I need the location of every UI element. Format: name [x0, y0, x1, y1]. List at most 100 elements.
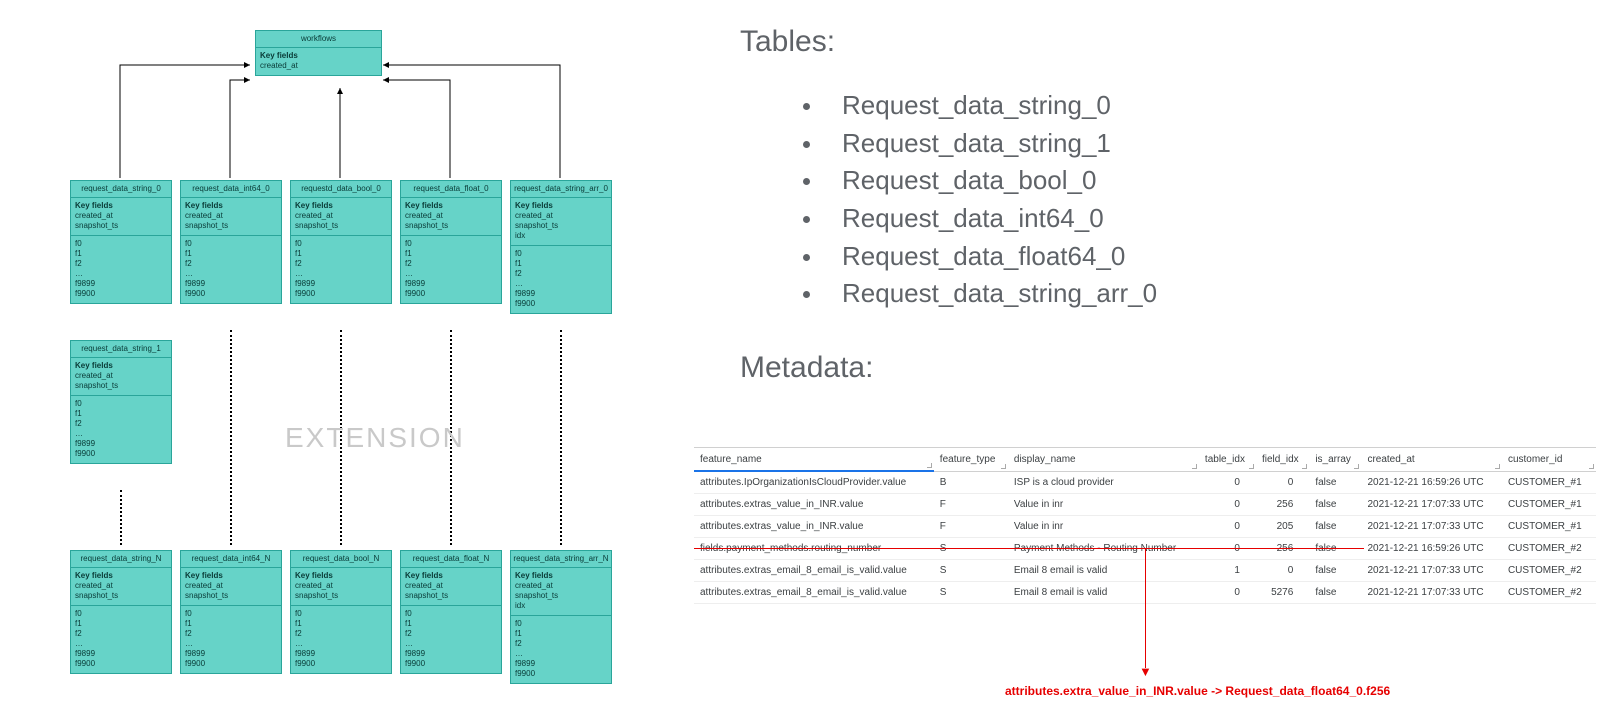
erd-key-label: Key fields — [515, 571, 607, 581]
erd-box-keys: created_at snapshot_ts — [185, 211, 277, 231]
erd-box-fields: f0 f1 f2 … f9899 f9900 — [181, 235, 281, 303]
erd-dotted-connector — [560, 330, 562, 545]
highlight-underline — [694, 548, 1364, 549]
meta-cell: attributes.extras_email_8_email_is_valid… — [694, 582, 934, 604]
erd-box-title: requestd_data_bool_0 — [291, 181, 391, 198]
meta-cell: B — [934, 471, 1008, 494]
meta-col-header: created_at — [1361, 448, 1502, 471]
erd-box-fields: f0 f1 f2 … f9899 f9900 — [291, 235, 391, 303]
erd-box: request_data_string_arr_N Key fieldscreat… — [510, 550, 612, 684]
meta-row: attributes.IpOrganizationIsCloudProvider… — [694, 471, 1596, 494]
meta-cell: 0 — [1199, 494, 1256, 516]
erd-box-title: request_data_int64_N — [181, 551, 281, 568]
erd-box-keys: created_at snapshot_ts idx — [515, 581, 607, 611]
tables-list-item: Request_data_string_0 — [824, 87, 1580, 125]
erd-box: request_data_int64_0 Key fieldscreated_at… — [180, 180, 282, 304]
erd-box: request_data_string_arr_0 Key fieldscreat… — [510, 180, 612, 314]
erd-box-title: request_data_int64_0 — [181, 181, 281, 198]
erd-box: request_data_float_0 Key fieldscreated_at… — [400, 180, 502, 304]
metadata-header: Metadata: — [740, 351, 1580, 385]
erd-box-title: request_data_float_0 — [401, 181, 501, 198]
erd-key-label: Key fields — [75, 201, 167, 211]
meta-col-header: field_idx — [1256, 448, 1309, 471]
erd-key-label: Key fields — [515, 201, 607, 211]
meta-cell: 0 — [1199, 516, 1256, 538]
tables-list: Request_data_string_0Request_data_string… — [740, 87, 1580, 313]
meta-cell: CUSTOMER_#2 — [1502, 582, 1596, 604]
meta-cell: false — [1309, 471, 1361, 494]
meta-row: attributes.extras_value_in_INR.valueFVal… — [694, 516, 1596, 538]
meta-cell: 2021-12-21 16:59:26 UTC — [1361, 471, 1502, 494]
meta-cell: Value in inr — [1008, 494, 1199, 516]
erd-dotted-connector — [230, 330, 232, 545]
meta-cell: 0 — [1199, 471, 1256, 494]
meta-cell: false — [1309, 560, 1361, 582]
erd-canvas: workflows Key fields created_at request_… — [60, 20, 700, 700]
erd-box-keys: created_at snapshot_ts — [75, 371, 167, 391]
meta-cell: attributes.extras_email_8_email_is_valid… — [694, 560, 934, 582]
erd-box-fields: f0 f1 f2 … f9899 f9900 — [401, 235, 501, 303]
meta-cell: 2021-12-21 16:59:26 UTC — [1361, 538, 1502, 560]
erd-box-keys: created_at snapshot_ts — [405, 211, 497, 231]
meta-cell: false — [1309, 582, 1361, 604]
meta-cell: CUSTOMER_#1 — [1502, 516, 1596, 538]
tables-list-item: Request_data_int64_0 — [824, 200, 1580, 238]
erd-key-label: Key fields — [295, 571, 387, 581]
erd-box-fields: f0 f1 f2 … f9899 f9900 — [401, 605, 501, 673]
erd-box: request_data_string_0Key fieldscreated_a… — [70, 180, 172, 304]
meta-cell: 2021-12-21 17:07:33 UTC — [1361, 494, 1502, 516]
erd-box-title: request_data_string_0 — [71, 181, 171, 198]
meta-cell: false — [1309, 516, 1361, 538]
erd-box: request_data_float_NKey fieldscreated_at… — [400, 550, 502, 674]
erd-box-title: request_data_string_1 — [71, 341, 171, 358]
erd-box-keys: created_at snapshot_ts idx — [515, 211, 607, 241]
meta-cell: 2021-12-21 17:07:33 UTC — [1361, 516, 1502, 538]
erd-box: request_data_string_NKey fieldscreated_a… — [70, 550, 172, 674]
erd-box-fields: f0 f1 f2 … f9899 f9900 — [291, 605, 391, 673]
rhs-panel: Tables: Request_data_string_0Request_dat… — [740, 25, 1580, 397]
meta-cell: 5276 — [1256, 582, 1309, 604]
erd-box-fields: f0 f1 f2 … f9899 f9900 — [71, 605, 171, 673]
erd-key-label: Key fields — [185, 201, 277, 211]
meta-cell: ISP is a cloud provider — [1008, 471, 1199, 494]
meta-cell: attributes.extras_value_in_INR.value — [694, 516, 934, 538]
erd-box-fields: f0 f1 f2 … f9899 f9900 — [511, 615, 611, 683]
erd-box-keys: created_at snapshot_ts — [75, 581, 167, 601]
meta-col-header: display_name — [1008, 448, 1199, 471]
meta-cell: CUSTOMER_#1 — [1502, 471, 1596, 494]
meta-col-header: is_array — [1309, 448, 1361, 471]
erd-root-box: workflows Key fields created_at — [255, 30, 382, 76]
highlight-annotation: attributes.extra_value_in_INR.value -> R… — [1005, 684, 1390, 698]
erd-box-title: request_data_string_arr_0 — [511, 181, 611, 198]
meta-row: attributes.extras_value_in_INR.valueFVal… — [694, 494, 1596, 516]
meta-cell: CUSTOMER_#2 — [1502, 538, 1596, 560]
meta-cell: 205 — [1256, 516, 1309, 538]
erd-box-keys: created_at snapshot_ts — [185, 581, 277, 601]
meta-cell: 2021-12-21 17:07:33 UTC — [1361, 582, 1502, 604]
erd-box-fields: f0 f1 f2 … f9899 f9900 — [71, 395, 171, 463]
tables-list-item: Request_data_string_arr_0 — [824, 275, 1580, 313]
erd-box: request_data_bool_NKey fieldscreated_at … — [290, 550, 392, 674]
erd-key-label: Key fields — [260, 51, 377, 61]
meta-cell: 0 — [1256, 471, 1309, 494]
erd-box-fields: f0 f1 f2 … f9899 f9900 — [181, 605, 281, 673]
erd-key-label: Key fields — [185, 571, 277, 581]
erd-key-label: Key fields — [405, 201, 497, 211]
erd-key-label: Key fields — [75, 361, 167, 371]
meta-cell: Email 8 email is valid — [1008, 582, 1199, 604]
tables-list-item: Request_data_string_1 — [824, 125, 1580, 163]
meta-cell: 1 — [1199, 560, 1256, 582]
highlight-arrow-stem — [1145, 548, 1146, 668]
erd-key-label: Key fields — [75, 571, 167, 581]
erd-dotted-connector — [120, 490, 122, 545]
tables-list-item: Request_data_bool_0 — [824, 162, 1580, 200]
meta-col-header: feature_type — [934, 448, 1008, 471]
erd-key-label: Key fields — [295, 201, 387, 211]
meta-cell: Email 8 email is valid — [1008, 560, 1199, 582]
erd-box-title: request_data_string_arr_N — [511, 551, 611, 568]
erd-root-title: workflows — [256, 31, 381, 48]
erd-box-keys: created_at snapshot_ts — [405, 581, 497, 601]
extension-watermark: EXTENSION — [285, 422, 465, 454]
erd-box: request_data_int64_N Key fieldscreated_at… — [180, 550, 282, 674]
meta-cell: F — [934, 516, 1008, 538]
